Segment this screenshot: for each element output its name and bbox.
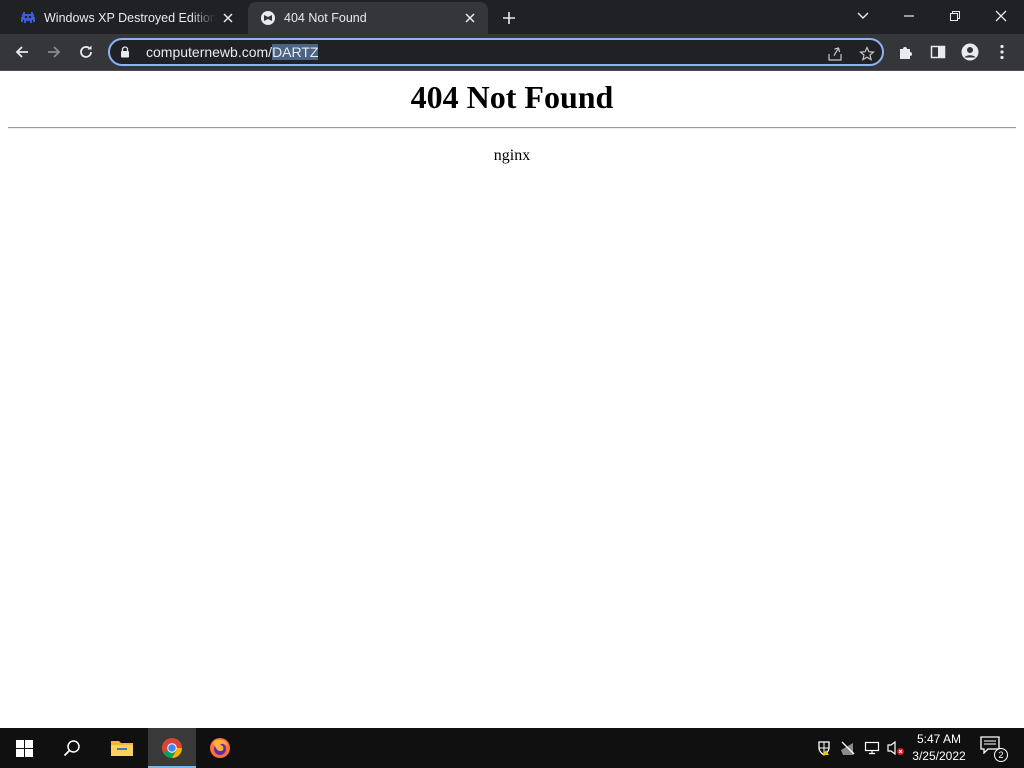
clock-date: 3/25/2022	[912, 749, 966, 763]
url-text[interactable]: computernewb.com/DARTZ	[146, 44, 319, 60]
lock-icon	[120, 45, 134, 59]
url-host: computernewb.com/	[146, 44, 273, 60]
new-tab-button[interactable]	[496, 5, 522, 31]
file-explorer-button[interactable]	[98, 728, 146, 768]
reload-button[interactable]	[71, 37, 101, 67]
close-tab-icon[interactable]	[458, 6, 482, 30]
plus-icon	[503, 12, 515, 24]
search-button[interactable]	[48, 728, 96, 768]
action-center-button[interactable]: 2	[980, 736, 1008, 762]
puzzle-icon	[900, 47, 912, 59]
profile-button[interactable]	[955, 37, 985, 67]
network-icon[interactable]	[862, 738, 882, 758]
url-path-selected: DARTZ	[272, 44, 319, 60]
reload-icon	[80, 45, 92, 58]
search-icon	[63, 740, 80, 757]
side-panel-button[interactable]	[923, 37, 953, 67]
minimize-button[interactable]	[886, 0, 932, 32]
volume-muted-icon[interactable]	[886, 738, 906, 758]
page-heading: 404 Not Found	[410, 79, 614, 115]
tab-windows-xp-destroyed[interactable]: Windows XP Destroyed Edition V	[8, 2, 246, 34]
firefox-icon	[210, 738, 230, 758]
system-clock[interactable]: 5:47 AM 3/25/2022	[908, 731, 970, 767]
bookmark-star-icon[interactable]	[856, 43, 878, 65]
file-explorer-icon	[111, 741, 133, 756]
minimize-icon	[904, 15, 914, 17]
close-window-button[interactable]	[978, 0, 1024, 32]
forward-button[interactable]	[39, 37, 69, 67]
space-invader-icon	[21, 12, 35, 23]
menu-button[interactable]	[987, 37, 1017, 67]
restore-icon	[950, 11, 960, 21]
tab-search-button[interactable]	[840, 0, 886, 32]
wifi-disabled-icon[interactable]	[838, 738, 858, 758]
chrome-icon	[162, 738, 182, 759]
nginx-favicon-icon	[261, 11, 275, 25]
close-tab-icon[interactable]	[216, 6, 240, 30]
tab-404-not-found[interactable]: 404 Not Found	[248, 2, 488, 34]
chrome-taskbar-button[interactable]	[148, 728, 196, 768]
kebab-menu-icon	[1000, 44, 1004, 60]
restore-button[interactable]	[932, 0, 978, 32]
start-button[interactable]	[0, 728, 48, 768]
server-name: nginx	[493, 147, 531, 164]
avatar-icon	[961, 43, 979, 61]
tab-strip: Windows XP Destroyed Edition V 404 Not F…	[0, 0, 1024, 34]
arrow-right-icon	[48, 46, 61, 58]
tab-title: 404 Not Found	[284, 11, 367, 25]
taskbar: 5:47 AM 3/25/2022 2	[0, 728, 1024, 768]
browser-window: Windows XP Destroyed Edition V 404 Not F…	[0, 0, 1024, 728]
side-panel-icon	[930, 45, 946, 59]
divider	[8, 127, 1016, 129]
notification-count-badge: 2	[994, 748, 1008, 762]
security-shield-icon[interactable]	[814, 738, 834, 758]
close-icon	[995, 10, 1007, 22]
arrow-left-icon	[15, 46, 28, 58]
browser-toolbar: computernewb.com/DARTZ	[0, 34, 1024, 71]
back-button[interactable]	[7, 37, 37, 67]
tab-title: Windows XP Destroyed Edition V	[44, 11, 216, 25]
firefox-taskbar-button[interactable]	[196, 728, 244, 768]
address-bar[interactable]: computernewb.com/DARTZ	[108, 38, 884, 66]
page-content: 404 Not Found nginx	[0, 71, 1024, 728]
share-icon[interactable]	[824, 43, 846, 65]
extensions-button[interactable]	[891, 37, 921, 67]
clock-time: 5:47 AM	[916, 732, 962, 746]
start-icon	[15, 739, 33, 757]
chevron-down-icon	[857, 12, 869, 19]
